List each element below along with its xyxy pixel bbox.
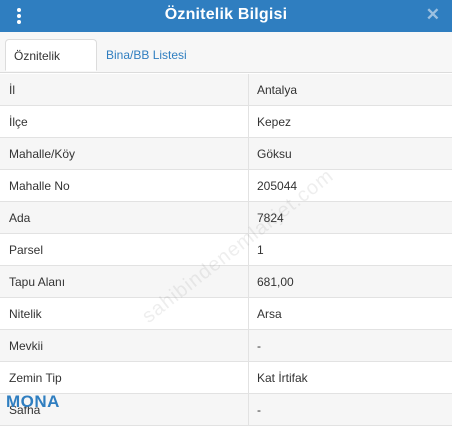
table-row: Parsel 1	[0, 234, 452, 266]
tab-oznitelik-bilgisi[interactable]: Öznitelik Bilgisi	[5, 39, 97, 95]
row-label: Nitelik	[9, 307, 42, 321]
row-value: Kepez	[257, 115, 292, 129]
table-row: Ada 7824	[0, 202, 452, 234]
table-row: Safha -	[0, 394, 452, 426]
table-row: İl Antalya	[0, 74, 452, 106]
window-title: Öznitelik Bilgisi	[164, 6, 288, 23]
table-row: Zemin Tip Kat İrtifak	[0, 362, 452, 394]
table-row: Mevkii -	[0, 330, 452, 362]
row-label: Mahalle/Köy	[9, 147, 76, 161]
brand-logo: MONA	[6, 392, 60, 411]
table-row: Mahalle/Köy Göksu	[0, 138, 452, 170]
attribute-table: İl Antalya İlçe Kepez Mahalle/Köy Göksu Mah…	[0, 74, 452, 426]
table-row: İlçe Kepez	[0, 106, 452, 138]
row-value: 7824	[257, 211, 284, 225]
close-icon[interactable]: ✕	[426, 6, 440, 23]
row-label: Ada	[9, 211, 31, 225]
row-value: Göksu	[257, 147, 292, 161]
row-value: Arsa	[257, 307, 282, 321]
row-value: 1	[257, 243, 264, 257]
table-row: Tapu Alanı 681,00	[0, 266, 452, 298]
tab-bar: Öznitelik Bilgisi Bina/BB Listesi	[0, 32, 452, 95]
row-value: 205044	[257, 179, 298, 193]
row-label: Mevkii	[9, 339, 44, 353]
row-value: -	[257, 339, 261, 353]
row-label: Mahalle No	[9, 179, 70, 193]
row-value: Antalya	[257, 83, 298, 97]
row-label: Tapu Alanı	[9, 275, 66, 289]
row-value: 681,00	[257, 275, 294, 289]
row-label: İlçe	[9, 115, 28, 129]
table-row: Nitelik Arsa	[0, 298, 452, 330]
row-label: Zemin Tip	[9, 371, 62, 385]
title-bar: Öznitelik Bilgisi ✕	[0, 0, 452, 32]
row-label: Parsel	[9, 243, 44, 257]
tab-bina-bb-listesi[interactable]: Bina/BB Listesi	[98, 39, 195, 71]
row-value: Kat İrtifak	[257, 371, 308, 385]
table-row: Mahalle No 205044	[0, 170, 452, 202]
row-label: İl	[9, 83, 15, 97]
